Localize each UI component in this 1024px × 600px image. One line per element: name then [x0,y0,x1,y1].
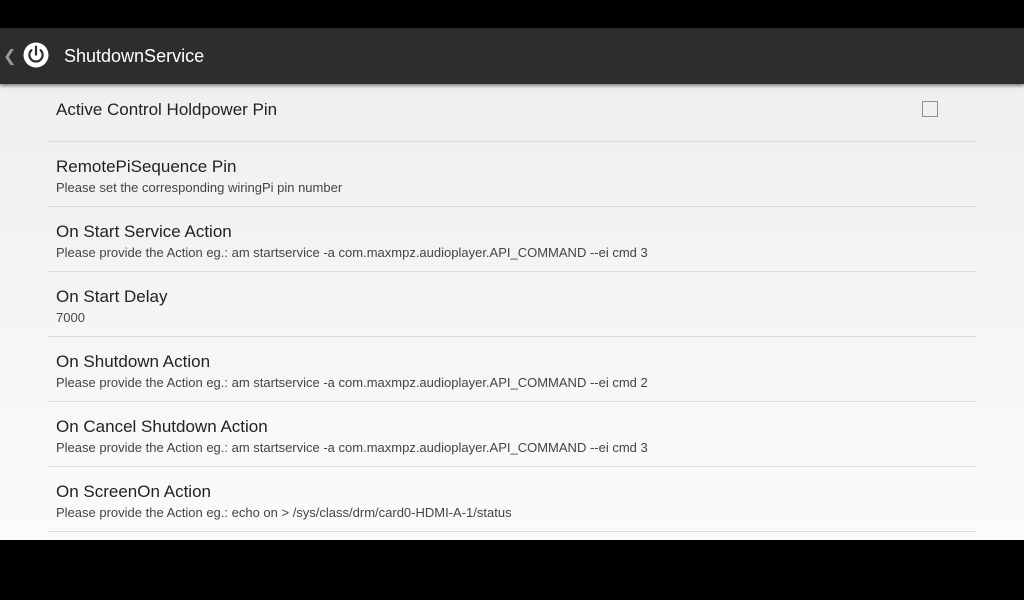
holdpower-pin-checkbox[interactable] [922,101,938,117]
pref-summary: Please provide the Action eg.: am starts… [56,245,648,260]
up-button[interactable]: ❮ [0,28,56,84]
pref-on-screenon-action[interactable]: On ScreenOn Action Please provide the Ac… [48,467,976,532]
preferences-screen: Active Control Holdpower Pin RemotePiSeq… [0,84,1024,540]
pref-on-start-service-action[interactable]: On Start Service Action Please provide t… [48,207,976,272]
pref-summary: Please set the corresponding wiringPi pi… [56,180,343,195]
chevron-left-icon: ❮ [3,46,17,65]
status-bar [0,0,1024,28]
pref-summary: Please provide the Action eg.: am starts… [56,375,648,390]
pref-title: On ScreenOn Action [56,482,211,501]
action-bar: ❮ ShutdownService [0,28,1024,84]
pref-summary: 7000 [56,310,85,325]
preference-list: Active Control Holdpower Pin RemotePiSeq… [0,84,1024,532]
pref-active-control-holdpower-pin[interactable]: Active Control Holdpower Pin [48,84,976,142]
power-icon [23,42,49,68]
pref-on-shutdown-action[interactable]: On Shutdown Action Please provide the Ac… [48,337,976,402]
pref-title: On Shutdown Action [56,352,211,371]
pref-summary: Please provide the Action eg.: echo on >… [56,505,512,520]
pref-summary: Please provide the Action eg.: am starts… [56,440,648,455]
pref-on-start-delay[interactable]: On Start Delay 7000 [48,272,976,337]
device-screen: ❮ ShutdownService Active Control Holdpow… [0,0,1024,600]
pref-title: RemotePiSequence Pin [56,157,237,176]
pref-title: On Cancel Shutdown Action [56,417,268,436]
pref-title: Active Control Holdpower Pin [56,100,278,119]
pref-title: On Start Delay [56,287,168,306]
app-title: ShutdownService [64,46,205,66]
navigation-bar [0,540,1024,600]
pref-remotepi-sequence-pin[interactable]: RemotePiSequence Pin Please set the corr… [48,142,976,207]
pref-title: On Start Service Action [56,222,232,241]
pref-on-cancel-shutdown-action[interactable]: On Cancel Shutdown Action Please provide… [48,402,976,467]
